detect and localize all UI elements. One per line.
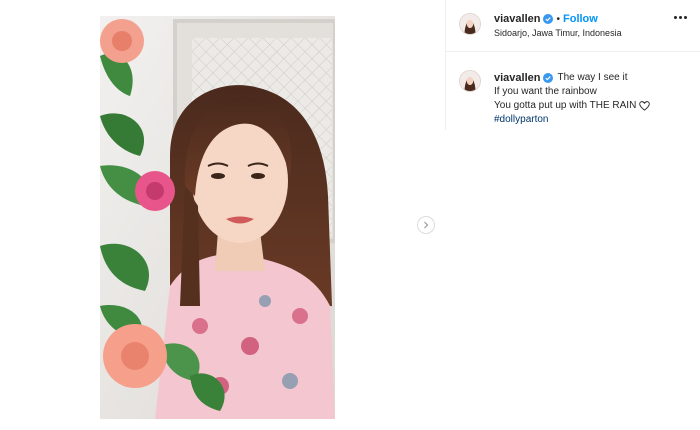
caption-username[interactable]: viavallen <box>494 71 540 85</box>
avatar-image <box>460 14 480 34</box>
follow-button[interactable]: Follow <box>563 13 598 25</box>
heart-icon <box>639 101 651 111</box>
avatar-image <box>460 71 480 91</box>
avatar[interactable] <box>459 13 481 35</box>
caption-line-2: If you want the rainbow <box>494 86 597 97</box>
caption-line-3-row: You gotta put up with THE RAIN <box>494 99 694 113</box>
next-photo-button[interactable] <box>417 216 435 234</box>
post-caption: viavallen The way I see it If you want t… <box>446 52 700 130</box>
post-header: viavallen • Follow Sidoarjo, Jawa Timur,… <box>446 0 700 52</box>
hashtag-link[interactable]: #dollyparton <box>494 113 548 127</box>
portrait-image <box>100 16 335 419</box>
caption-avatar[interactable] <box>459 70 481 92</box>
post-location[interactable]: Sidoarjo, Jawa Timur, Indonesia <box>494 28 622 38</box>
post-photo[interactable] <box>100 16 335 419</box>
more-options-icon[interactable] <box>674 16 688 22</box>
more-dot <box>679 16 682 19</box>
post-author-username[interactable]: viavallen <box>494 13 540 25</box>
separator: • <box>556 13 560 25</box>
post-sidebar: viavallen • Follow Sidoarjo, Jawa Timur,… <box>445 0 700 130</box>
verified-badge-icon <box>543 73 554 83</box>
caption-body: viavallen The way I see it If you want t… <box>494 71 694 127</box>
more-dot <box>684 16 687 19</box>
verified-badge-icon <box>543 14 554 24</box>
caption-line-1: The way I see it <box>557 72 628 83</box>
caption-line-3: You gotta put up with THE RAIN <box>494 100 637 111</box>
more-dot <box>674 16 677 19</box>
chevron-right-icon <box>424 221 429 229</box>
